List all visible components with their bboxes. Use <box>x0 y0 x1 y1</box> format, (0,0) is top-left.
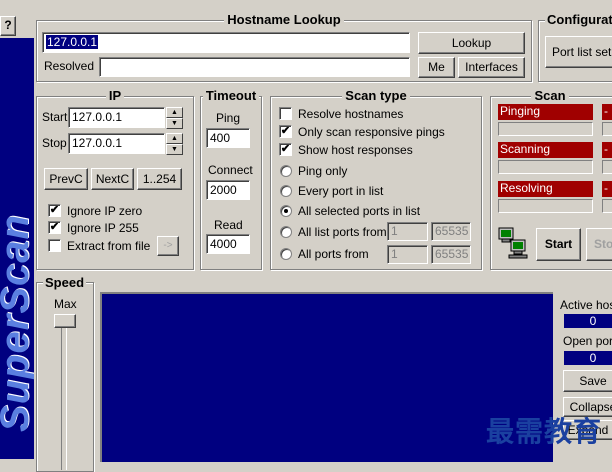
speed-title: Speed <box>43 275 87 290</box>
brand-vertical-text: SuperScan <box>0 214 34 432</box>
ip-stop-label: Stop <box>42 136 67 150</box>
scanning-status: Scanning <box>498 142 593 158</box>
resolving-status: Resolving <box>498 181 593 197</box>
ip-start-spinner-up[interactable]: ▲ <box>166 107 183 118</box>
hostname-lookup-title: Hostname Lookup <box>224 12 344 27</box>
every-port-radio[interactable] <box>280 185 292 197</box>
start-button[interactable]: Start <box>536 228 581 261</box>
ignore-ip-zero-checkbox[interactable]: ✔ <box>48 204 61 217</box>
all-ports-from-input[interactable]: 1 <box>387 245 428 264</box>
extract-from-file-label: Extract from file <box>67 239 151 253</box>
network-computers-icon <box>497 226 531 260</box>
prevc-button[interactable]: PrevC <box>44 168 88 190</box>
only-responsive-checkbox[interactable]: ✔ <box>279 125 292 138</box>
ip-stop-spinner-down[interactable]: ▼ <box>166 144 183 155</box>
all-list-ports-to-input[interactable]: 65535 <box>431 222 471 241</box>
resolve-hostnames-checkbox[interactable] <box>279 107 292 120</box>
all-list-ports-radio[interactable] <box>280 226 292 238</box>
every-port-label: Every port in list <box>298 184 384 198</box>
open-ports-label: Open por <box>563 334 612 348</box>
scan-type-title: Scan type <box>342 88 410 103</box>
hostname-input-value: 127.0.0.1 <box>46 35 99 49</box>
pinging-status-right: - <box>602 104 612 120</box>
timeout-title: Timeout <box>202 88 260 103</box>
extract-browse-button[interactable]: -> <box>157 236 179 256</box>
resolve-hostnames-label: Resolve hostnames <box>298 107 404 121</box>
save-button[interactable]: Save <box>563 370 612 392</box>
all-ports-label: All ports from <box>298 247 369 261</box>
port-list-setup-button[interactable]: Port list setu <box>545 36 612 68</box>
all-selected-ports-label: All selected ports in list <box>298 204 421 218</box>
open-ports-value: 0 <box>564 351 612 365</box>
resolving-progress <box>498 199 593 213</box>
scanning-status-right: - <box>602 142 612 158</box>
ping-only-label: Ping only <box>298 164 348 178</box>
resolved-field[interactable] <box>99 57 410 77</box>
read-timeout-input[interactable]: 4000 <box>206 234 250 254</box>
scanning-progress-right <box>602 160 612 174</box>
scan-title: Scan <box>531 88 569 103</box>
active-hosts-value: 0 <box>564 314 612 328</box>
help-button[interactable]: ? <box>0 16 16 36</box>
speed-slider-track <box>61 320 67 470</box>
speed-slider-thumb[interactable] <box>54 314 76 328</box>
extract-from-file-checkbox[interactable] <box>48 239 61 252</box>
ip-stop-input[interactable]: 127.0.0.1 <box>68 133 165 154</box>
speed-max-label: Max <box>54 297 77 311</box>
show-host-responses-checkbox[interactable]: ✔ <box>279 143 292 156</box>
ignore-ip-255-checkbox[interactable]: ✔ <box>48 221 61 234</box>
ignore-ip-255-label: Ignore IP 255 <box>67 221 139 235</box>
ping-timeout-label: Ping <box>216 111 241 125</box>
ip-start-label: Start <box>42 110 68 124</box>
scanning-progress <box>498 160 593 174</box>
hostname-input[interactable]: 127.0.0.1 <box>42 32 410 53</box>
all-selected-ports-radio[interactable] <box>280 205 292 217</box>
ip-stop-spinner-up[interactable]: ▲ <box>166 133 183 144</box>
all-ports-radio[interactable] <box>280 248 292 260</box>
ignore-ip-zero-label: Ignore IP zero <box>67 204 143 218</box>
only-responsive-label: Only scan responsive pings <box>298 125 445 139</box>
connect-timeout-input[interactable]: 2000 <box>206 180 250 200</box>
range-1-254-button[interactable]: 1..254 <box>137 168 182 190</box>
scan-type-group: Scan type <box>270 88 482 270</box>
ip-start-input[interactable]: 127.0.0.1 <box>68 107 165 128</box>
ip-title: IP <box>105 88 125 103</box>
ping-timeout-input[interactable]: 400 <box>206 128 250 148</box>
interfaces-button[interactable]: Interfaces <box>458 57 525 78</box>
ip-start-spinner-down[interactable]: ▼ <box>166 118 183 129</box>
connect-timeout-label: Connect <box>208 163 253 177</box>
active-hosts-label: Active hos <box>560 298 612 312</box>
nextc-button[interactable]: NextC <box>91 168 134 190</box>
read-timeout-label: Read <box>214 218 243 232</box>
stop-button[interactable]: Sto <box>586 228 612 261</box>
show-host-responses-label: Show host responses <box>298 143 413 157</box>
configuration-title: Configurati <box>545 12 612 27</box>
all-list-ports-label: All list ports from <box>298 225 387 239</box>
pinging-progress-right <box>602 122 612 136</box>
pinging-status: Pinging <box>498 104 593 120</box>
brand-strip: SuperScan <box>0 38 34 459</box>
ping-only-radio[interactable] <box>280 165 292 177</box>
pinging-progress <box>498 122 593 136</box>
resolved-label: Resolved <box>44 59 95 73</box>
watermark-text: 最需教育 <box>486 415 603 448</box>
lookup-button[interactable]: Lookup <box>418 32 525 54</box>
resolving-status-right: - <box>602 181 612 197</box>
all-list-ports-from-input[interactable]: 1 <box>387 222 428 241</box>
resolving-progress-right <box>602 199 612 213</box>
all-ports-to-input[interactable]: 65535 <box>431 245 471 264</box>
me-button[interactable]: Me <box>418 57 455 78</box>
